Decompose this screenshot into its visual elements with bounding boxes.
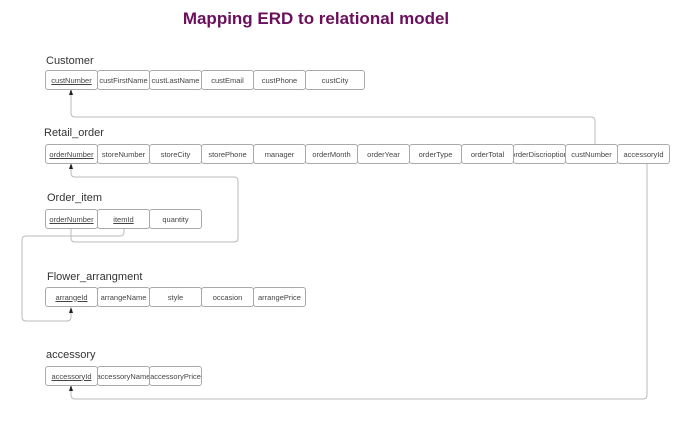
arrow-head-icon	[69, 307, 73, 313]
column-cell[interactable]: accessoryId	[617, 144, 670, 164]
column-cell[interactable]: orderYear	[357, 144, 410, 164]
column-cell[interactable]: accessoryName	[97, 366, 150, 386]
table-name: Flower_arrangment	[47, 271, 143, 283]
column-cell[interactable]: orderMonth	[305, 144, 358, 164]
fk-accessoryId-connector	[70, 163, 648, 400]
table-row-accessory: accessoryId accessoryName accessoryPrice	[45, 366, 202, 386]
table-name: Retail_order	[44, 127, 104, 139]
table-row-retail_order: orderNumber storeNumber storeCity storePhon…	[45, 144, 670, 164]
column-cell[interactable]: orderType	[409, 144, 462, 164]
column-cell[interactable]: custPhone	[253, 70, 306, 90]
column-cell[interactable]: quantity	[149, 209, 202, 229]
column-cell[interactable]: custEmail	[201, 70, 254, 90]
column-cell[interactable]: orderDiscrioption	[513, 144, 566, 164]
table-name: Customer	[46, 55, 94, 67]
column-cell[interactable]: custNumber	[45, 70, 98, 90]
column-cell[interactable]: style	[149, 287, 202, 307]
column-cell[interactable]: orderNumber	[45, 144, 98, 164]
column-cell[interactable]: accessoryPrice	[149, 366, 202, 386]
table-row-customer: custNumber custFirstName custLastName custE…	[45, 70, 365, 90]
column-cell[interactable]: storeCity	[149, 144, 202, 164]
column-cell[interactable]: custFirstName	[97, 70, 150, 90]
column-cell[interactable]: occasion	[201, 287, 254, 307]
table-row-order_item: orderNumber itemId quantity	[45, 209, 202, 229]
column-cell[interactable]: custCity	[305, 70, 365, 90]
table-name: accessory	[46, 349, 96, 361]
column-cell[interactable]: custLastName	[149, 70, 202, 90]
column-cell[interactable]: itemId	[97, 209, 150, 229]
fk-custNumber-connector	[70, 92, 596, 144]
column-cell[interactable]: orderTotal	[461, 144, 514, 164]
column-cell[interactable]: storePhone	[201, 144, 254, 164]
column-cell[interactable]: arrangeId	[45, 287, 98, 307]
column-cell[interactable]: arrangePrice	[253, 287, 306, 307]
table-name: Order_item	[47, 192, 103, 204]
table-row-flower_arrangment: arrangeId arrangeName style occasion arrange…	[45, 287, 306, 307]
column-cell[interactable]: manager	[253, 144, 306, 164]
column-cell[interactable]: custNumber	[565, 144, 618, 164]
column-cell[interactable]: arrangeName	[97, 287, 150, 307]
column-cell[interactable]: storeNumber	[97, 144, 150, 164]
diagram-canvas: Mapping ERD to relational model Customer…	[0, 0, 680, 421]
column-cell[interactable]: accessoryId	[45, 366, 98, 386]
fk-orderNumber-connector	[70, 166, 239, 243]
column-cell[interactable]: orderNumber	[45, 209, 98, 229]
